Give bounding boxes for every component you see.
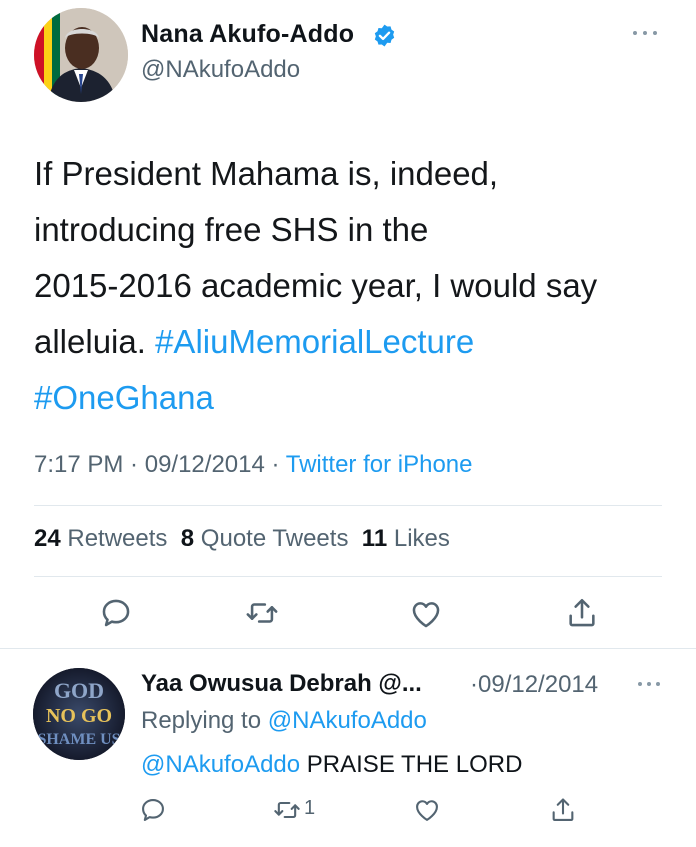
reply-date[interactable]: ·09/12/2014 bbox=[470, 671, 598, 699]
more-options-icon[interactable] bbox=[630, 26, 660, 40]
tweet-source-link[interactable]: Twitter for iPhone bbox=[286, 451, 473, 478]
reply-author-name[interactable]: Yaa Owusua Debrah @... bbox=[141, 670, 422, 698]
main-tweet: Nana Akufo-Addo @NAkufoAddo If President… bbox=[0, 0, 696, 648]
tweet-text-line: #OneGhana bbox=[34, 370, 674, 426]
author-avatar[interactable] bbox=[34, 8, 128, 102]
retweet-icon[interactable] bbox=[273, 795, 301, 825]
avatar-photo bbox=[34, 8, 128, 102]
tweet-text: If President Mahama is, indeed, introduc… bbox=[34, 146, 674, 426]
replying-to-link[interactable]: @NAkufoAddo bbox=[268, 707, 427, 734]
reply-text: @NAkufoAddo PRAISE THE LORD bbox=[141, 751, 522, 779]
tweet-text-line: alleluia. #AliuMemorialLecture bbox=[34, 314, 674, 370]
reply-icon[interactable] bbox=[99, 596, 133, 630]
reply-icon[interactable] bbox=[139, 795, 167, 825]
like-icon[interactable] bbox=[413, 795, 441, 825]
tweet-stats: 24 Retweets 8 Quote Tweets 11 Likes bbox=[34, 525, 450, 553]
avatar-text-line: SHAME US bbox=[37, 731, 120, 748]
reply-text-body: PRAISE THE LORD bbox=[300, 751, 523, 778]
tweet-text-line: If President Mahama is, indeed, bbox=[34, 155, 499, 192]
tweet-text-line: 2015-2016 academic year, I would say bbox=[34, 267, 598, 304]
verified-badge-icon bbox=[374, 24, 395, 47]
author-name[interactable]: Nana Akufo-Addo bbox=[141, 20, 354, 49]
retweets-count: 24 bbox=[34, 525, 61, 552]
divider bbox=[34, 505, 662, 506]
avatar-text-line: GOD bbox=[54, 678, 104, 703]
mention-link[interactable]: @NAkufoAddo bbox=[141, 751, 300, 778]
likes-label: Likes bbox=[393, 525, 450, 552]
tweet-date[interactable]: 09/12/2014 bbox=[145, 451, 265, 478]
likes-count: 11 bbox=[361, 525, 388, 552]
quote-tweets-count: 8 bbox=[180, 525, 195, 552]
divider bbox=[0, 648, 696, 649]
meta-separator: · bbox=[264, 451, 286, 478]
likes-stat[interactable]: 11 Likes bbox=[362, 525, 450, 552]
replying-prefix: Replying to bbox=[141, 707, 268, 734]
tweet-meta: 7:17 PM · 09/12/2014 · Twitter for iPhon… bbox=[34, 451, 473, 479]
retweets-stat[interactable]: 24 Retweets bbox=[34, 525, 167, 552]
tweet-text-line: introducing free SHS in the bbox=[34, 211, 429, 248]
tweet-time: 7:17 PM bbox=[34, 451, 124, 478]
replying-to: Replying to @NAkufoAddo bbox=[141, 707, 427, 735]
share-icon[interactable] bbox=[549, 795, 577, 825]
more-options-icon[interactable] bbox=[636, 678, 664, 690]
avatar-text-line: NO GO bbox=[46, 705, 112, 727]
like-icon[interactable] bbox=[409, 597, 443, 631]
retweet-count: 1 bbox=[304, 797, 316, 819]
reply-author-avatar[interactable]: GOD NO GO SHAME US bbox=[33, 668, 125, 760]
share-icon[interactable] bbox=[565, 596, 599, 630]
quote-tweets-stat[interactable]: 8 Quote Tweets bbox=[181, 525, 349, 552]
retweets-label: Retweets bbox=[67, 525, 168, 552]
divider bbox=[34, 576, 662, 577]
reply-tweet[interactable]: GOD NO GO SHAME US Yaa Owusua Debrah @..… bbox=[0, 650, 696, 847]
tweet-text-plain: alleluia. bbox=[34, 323, 156, 360]
quote-tweets-label: Quote Tweets bbox=[200, 525, 349, 552]
avatar-image: GOD NO GO SHAME US bbox=[33, 668, 125, 760]
author-handle[interactable]: @NAkufoAddo bbox=[141, 56, 300, 84]
retweet-icon[interactable] bbox=[245, 596, 279, 630]
meta-separator: · bbox=[123, 451, 145, 478]
hashtag-link[interactable]: #AliuMemorialLecture bbox=[155, 323, 474, 360]
hashtag-link[interactable]: #OneGhana bbox=[34, 379, 214, 416]
